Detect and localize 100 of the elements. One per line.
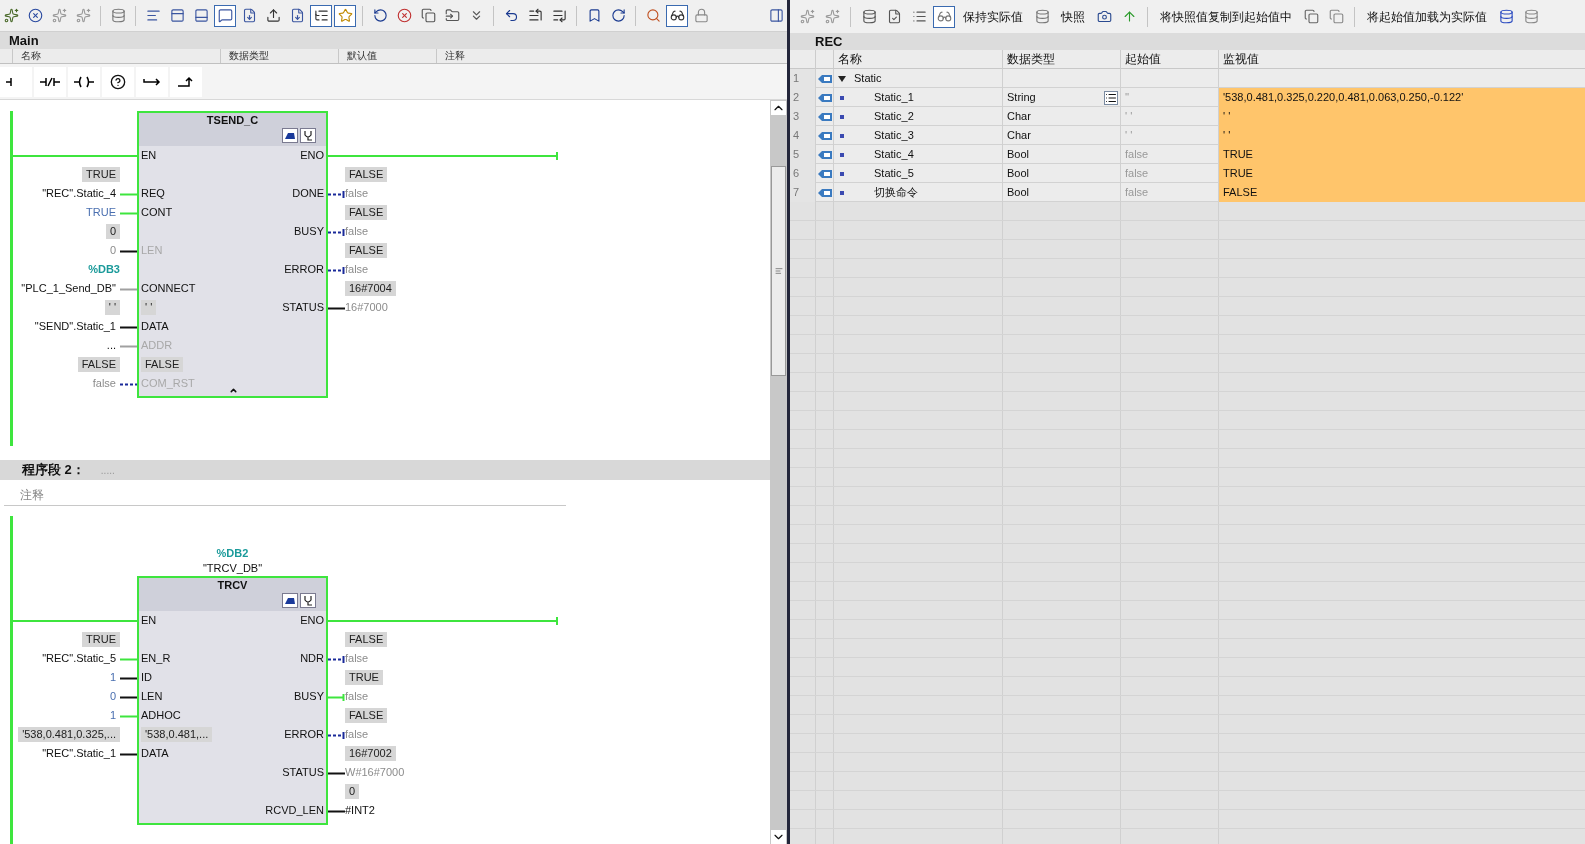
operand: "REC".Static_1	[41, 746, 117, 762]
pin-name: ADDR	[141, 338, 173, 354]
pin-name: EN	[141, 613, 157, 629]
tag-name: Static_4	[874, 147, 914, 163]
operand: "PLC_1_Send_DB"	[20, 281, 117, 297]
table-row[interactable]: 3 Static_2 Char ' ' ' '	[790, 107, 1585, 126]
monitor-value: FALSE	[345, 205, 388, 220]
operand: 16#7000	[345, 300, 388, 316]
network-title: 程序段 2：	[22, 461, 85, 480]
pin-name: EN_R	[141, 651, 171, 667]
tag-icon	[817, 130, 832, 141]
tag-name: Static_1	[874, 90, 914, 106]
expanded-triangle-icon[interactable]	[838, 74, 846, 83]
block-name: Main	[9, 31, 39, 50]
table-row[interactable]: 5 Static_4 Bool false TRUE	[790, 145, 1585, 164]
block-icon[interactable]	[282, 128, 298, 143]
pin-name: ERROR	[284, 727, 324, 743]
instance-db-name: "TRCV_DB"	[202, 561, 263, 576]
toolbar-button[interactable]: 保持实际值	[958, 4, 1028, 29]
monitor-value: ' '	[141, 300, 157, 315]
block-icon[interactable]	[282, 593, 298, 608]
table-row[interactable]: 2 Static_1 String '' '538,0.481,0.325,0.220,0.481,0.063,0.250,-0.122'	[790, 88, 1585, 107]
pin-name: DATA	[141, 319, 169, 335]
tag-name: Static_5	[874, 166, 914, 182]
table-row[interactable]: 1 Static	[790, 69, 1585, 88]
operand: false	[345, 224, 369, 240]
data-type: Bool	[1007, 147, 1030, 163]
speech-bubble-icon[interactable]	[214, 4, 236, 27]
glasses-icon[interactable]	[933, 5, 955, 28]
function-block[interactable]: TRCV EN EN_R ID LEN ADHOC '538,0.481,... DATA ENO NDR BUSY ERROR STATUS RCVD_LEN	[137, 576, 328, 825]
function-block[interactable]: TSEND_C EN REQ CONT LEN CONNECT ' ' DATA ADDR FALSE COM_RST ENO DONE BUSY ERROR STATUS	[137, 111, 328, 398]
data-type: Bool	[1007, 166, 1030, 182]
column-header[interactable]: 注释	[436, 49, 636, 63]
table-row[interactable]: 4 Static_3 Char ' ' ' '	[790, 126, 1585, 145]
monitor-value: FALSE	[141, 357, 184, 372]
close-branch-icon[interactable]	[170, 66, 202, 97]
data-type: String	[1007, 90, 1036, 106]
column-header[interactable]: 数据类型	[220, 49, 338, 63]
glasses-icon[interactable]	[666, 4, 688, 27]
table-row[interactable]: 6 Static_5 Bool false TRUE	[790, 164, 1585, 183]
list-icon[interactable]	[1104, 90, 1118, 105]
toolbar-button[interactable]: 快照	[1056, 4, 1090, 29]
operand: false	[91, 376, 117, 392]
pin-name: ENO	[300, 613, 324, 629]
pin-name: BUSY	[294, 689, 324, 705]
column-header[interactable]: 默认值	[338, 49, 436, 63]
pin-name: DONE	[292, 186, 324, 202]
instance-db-number: %DB2	[216, 546, 249, 561]
operand: #INT2	[345, 803, 375, 819]
monitor-value: 0	[105, 224, 120, 239]
monitor-value: '538,0.481,0.325,...	[18, 727, 120, 742]
tag-icon	[817, 168, 832, 179]
monitor-value: TRUE	[345, 670, 383, 685]
collapse-icon[interactable]	[229, 386, 238, 395]
help-icon[interactable]	[102, 66, 134, 97]
tag-name: Static_2	[874, 109, 914, 125]
pin-name: REQ	[141, 186, 165, 202]
monitor-value: TRUE	[1223, 147, 1253, 163]
pin-name: ERROR	[284, 262, 324, 278]
toolbar-button[interactable]: 将起始值加载为实际值	[1362, 4, 1492, 29]
data-type: Char	[1007, 109, 1031, 125]
start-value: false	[1125, 185, 1149, 201]
monitor-value: TRUE	[82, 167, 120, 182]
operand: false	[345, 727, 369, 743]
pin-name: NDR	[300, 651, 324, 667]
row-number: 4	[790, 126, 815, 145]
start-value: ' '	[1125, 109, 1133, 125]
pin-name: ENO	[300, 148, 324, 164]
stethoscope-icon[interactable]	[300, 593, 316, 608]
monitor-value: 0	[345, 784, 360, 799]
tag-icon	[817, 73, 832, 84]
operand: "REC".Static_5	[41, 651, 117, 667]
monitor-value: FALSE	[77, 357, 120, 372]
scroll-down-icon[interactable]	[771, 830, 786, 844]
column-header[interactable]: 名称	[12, 49, 220, 63]
monitor-value: TRUE	[82, 632, 120, 647]
start-value: false	[1125, 147, 1149, 163]
coil-icon[interactable]	[68, 66, 100, 97]
table-title: REC	[815, 32, 843, 51]
pin-name: COM_RST	[141, 376, 195, 392]
rung-start-icon[interactable]	[0, 66, 32, 97]
toolbar-button[interactable]: 将快照值复制到起始值中	[1155, 4, 1297, 29]
operand: "SEND".Static_1	[33, 319, 117, 335]
pin-name: STATUS	[282, 300, 324, 316]
monitor-value: FALSE	[345, 632, 388, 647]
monitor-value: '538,0.481,0.325,0.220,0.481,0.063,0.250,-0.122'	[1223, 90, 1464, 106]
operand: TRUE	[85, 205, 117, 221]
stethoscope-icon[interactable]	[300, 128, 316, 143]
network-description: .....	[100, 463, 115, 478]
db-number: %DB3	[88, 262, 120, 278]
network-comment: 注释	[20, 486, 44, 504]
pin-name: ID	[141, 670, 152, 686]
pin-name: RCVD_LEN	[265, 803, 324, 819]
scroll-thumb[interactable]	[771, 166, 786, 376]
tag-icon	[817, 111, 832, 122]
scroll-up-icon[interactable]	[771, 101, 786, 115]
table-row[interactable]: 7 切换命令 Bool false FALSE	[790, 183, 1585, 202]
pin-name: STATUS	[282, 765, 324, 781]
square-bullet-icon	[840, 95, 844, 100]
closed-contact-icon[interactable]	[34, 66, 66, 97]
